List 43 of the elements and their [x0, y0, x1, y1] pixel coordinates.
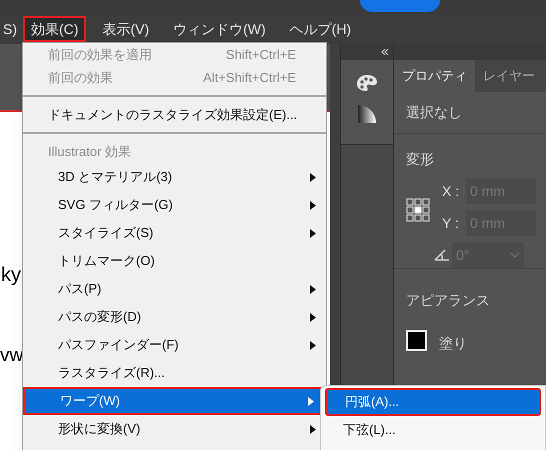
fill-label: 塗り [439, 334, 467, 353]
menu-item[interactable]: パス(P) [23, 275, 326, 303]
menu-bar-item[interactable]: ヘルプ(H) [282, 16, 360, 42]
chevron-down-icon [510, 252, 520, 258]
menu-bar-item[interactable]: S) [1, 16, 19, 42]
share-button[interactable] [360, 0, 440, 12]
menu-item[interactable]: ドキュメントのラスタライズ効果設定(E)... [23, 103, 326, 126]
y-label: Y : [442, 214, 460, 232]
menu-item[interactable]: トリムマーク(O) [23, 247, 326, 275]
menu-item[interactable]: パスファインダー(F) [23, 331, 326, 359]
menu-item[interactable]: パスの変形(D) [23, 303, 326, 331]
submenu-item[interactable]: 円弧(A)... [325, 388, 541, 416]
submenu-arrow-icon [310, 312, 316, 322]
submenu-arrow-icon [310, 340, 316, 350]
section-title: アピアランス [406, 292, 490, 308]
submenu-arrow-icon [310, 424, 316, 434]
submenu-arrow-icon [310, 284, 316, 294]
selection-status: 選択なし [406, 103, 462, 122]
submenu-arrow-icon [308, 396, 314, 406]
canvas-text: vw [0, 344, 24, 368]
section-title: 変形 [406, 151, 434, 167]
submenu-item[interactable]: 下弦(L)... [325, 416, 541, 444]
palette-icon[interactable] [356, 74, 378, 92]
menu-item[interactable]: ラスタライズ(R)... [23, 359, 326, 387]
panel-tab[interactable]: プロパティ [394, 60, 475, 92]
panel-tab[interactable]: レイヤー [475, 60, 543, 92]
menu-bar-item[interactable]: 効果(C) [23, 16, 86, 42]
menu-item[interactable]: SVG フィルター(G) [23, 191, 326, 219]
menu-bar-item[interactable]: 表示(V) [94, 16, 158, 42]
gradient-icon[interactable] [357, 104, 377, 124]
collapse-icon[interactable] [381, 49, 389, 55]
menu-item[interactable]: 3D とマテリアル(3) [23, 163, 326, 191]
x-label: X : [442, 182, 460, 200]
fill-swatch[interactable] [406, 330, 427, 351]
menu-item[interactable]: スタイライズ(S) [23, 219, 326, 247]
canvas-text: ky [1, 263, 21, 288]
angle-icon [434, 249, 450, 261]
menu-bar-item[interactable]: ウィンドウ(W) [165, 16, 274, 42]
submenu-arrow-icon [310, 200, 316, 210]
submenu-arrow-icon [310, 172, 316, 182]
submenu-arrow-icon [310, 228, 316, 238]
reference-point-icon[interactable] [406, 198, 430, 222]
menu-section-header: Illustrator 効果 [48, 142, 132, 161]
